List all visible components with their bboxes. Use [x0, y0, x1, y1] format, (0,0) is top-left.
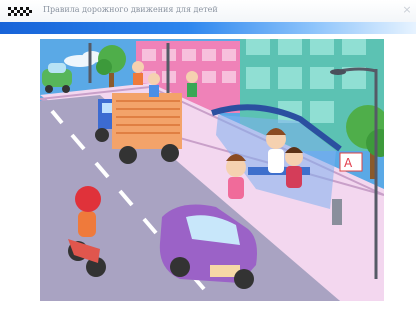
window-title: Правила дорожного движения для детей [43, 5, 218, 14]
trash-can [332, 199, 342, 225]
street-illustration: A [40, 39, 384, 301]
checkered-flag-icon [8, 7, 32, 16]
title-bar: Правила дорожного движения для детей × [0, 0, 416, 23]
svg-text:A: A [344, 156, 353, 170]
accent-bar [0, 22, 416, 34]
close-icon[interactable]: × [400, 3, 414, 17]
bus-stop-sign: A [339, 152, 363, 172]
